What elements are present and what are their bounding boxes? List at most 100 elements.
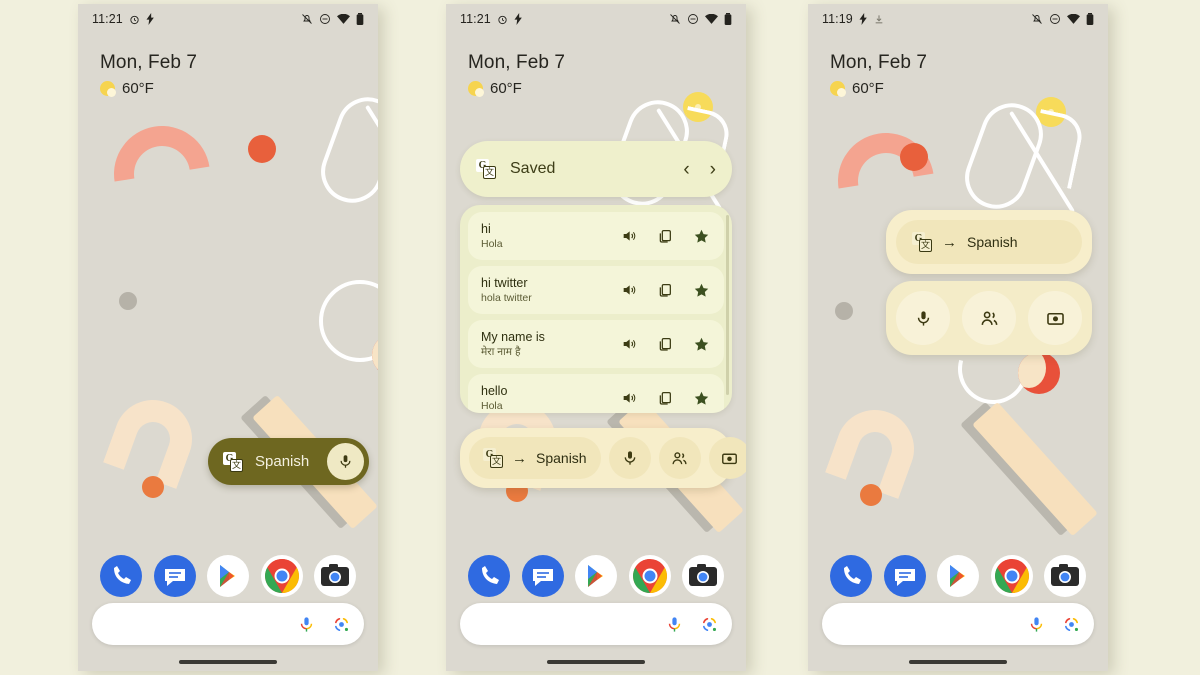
camera-app-icon[interactable] bbox=[682, 555, 724, 597]
google-mic-icon[interactable] bbox=[298, 616, 315, 633]
saved-nav-group: ‹ › bbox=[683, 160, 716, 179]
search-input[interactable] bbox=[482, 616, 658, 632]
phone-app-icon[interactable] bbox=[468, 555, 510, 597]
conversation-button[interactable] bbox=[962, 291, 1016, 345]
status-left-group: 11:21 bbox=[92, 12, 155, 26]
status-left-group: 11:19 bbox=[822, 12, 884, 26]
search-actions bbox=[1028, 616, 1080, 633]
conversation-icon bbox=[981, 311, 997, 325]
star-icon[interactable] bbox=[693, 228, 710, 245]
saved-list[interactable]: hi Hola hi twitter hola twitter My name … bbox=[460, 205, 732, 413]
status-time: 11:21 bbox=[92, 12, 123, 26]
status-bar: 11:21 bbox=[78, 4, 378, 34]
camera-button[interactable] bbox=[1028, 291, 1082, 345]
play-store-app-icon[interactable] bbox=[937, 555, 979, 597]
speaker-icon[interactable] bbox=[621, 282, 637, 298]
google-lens-icon[interactable] bbox=[701, 616, 718, 633]
translate-language-label: Spanish bbox=[967, 234, 1018, 250]
wallpaper-u-shape bbox=[825, 399, 925, 499]
microphone-button[interactable] bbox=[327, 443, 365, 480]
play-store-app-icon[interactable] bbox=[207, 555, 249, 597]
wallpaper-band-shadow bbox=[960, 401, 1086, 537]
speaker-icon[interactable] bbox=[621, 228, 637, 244]
wallpaper-stadium-outline bbox=[956, 94, 1052, 218]
chrome-app-icon[interactable] bbox=[628, 555, 671, 597]
home-screen-3: 11:19 Mon, Feb 7 60°F G 文 → Spanish bbox=[808, 4, 1108, 671]
row-source-text: hi bbox=[481, 222, 491, 237]
search-actions bbox=[298, 616, 350, 633]
bolt-icon bbox=[859, 13, 867, 25]
translate-widget-pill[interactable]: G 文 Spanish bbox=[208, 438, 370, 485]
camera-app-icon[interactable] bbox=[1044, 555, 1086, 597]
copy-icon[interactable] bbox=[657, 282, 673, 298]
clock-widget[interactable]: Mon, Feb 7 60°F bbox=[100, 52, 197, 97]
star-icon[interactable] bbox=[693, 336, 710, 353]
chrome-app-icon[interactable] bbox=[990, 555, 1033, 597]
speaker-icon[interactable] bbox=[621, 390, 637, 406]
translate-language-label: Spanish bbox=[255, 453, 310, 470]
table-row[interactable]: My name is मेरा नाम है bbox=[468, 320, 724, 368]
dock bbox=[78, 555, 378, 597]
chevron-left-icon[interactable]: ‹ bbox=[683, 160, 689, 179]
saved-title: Saved bbox=[510, 160, 556, 177]
wallpaper-grey-dot bbox=[835, 302, 853, 320]
chevron-right-icon[interactable]: › bbox=[710, 160, 716, 179]
arrow-right-icon: → bbox=[512, 449, 527, 467]
camera-button[interactable] bbox=[708, 437, 746, 479]
gesture-handle[interactable] bbox=[179, 660, 277, 664]
list-scrollbar[interactable] bbox=[726, 215, 729, 395]
wallpaper-diagonal-line bbox=[365, 104, 378, 208]
wallpaper-pink-arc bbox=[94, 106, 230, 242]
google-search-bar[interactable] bbox=[460, 603, 732, 645]
search-input[interactable] bbox=[114, 616, 290, 632]
microphone-button[interactable] bbox=[896, 291, 950, 345]
messages-app-icon[interactable] bbox=[521, 555, 564, 597]
table-row[interactable]: hi Hola bbox=[468, 212, 724, 260]
gesture-handle[interactable] bbox=[909, 660, 1007, 664]
screenshot-canvas: 11:21 Mon, Feb 7 60°F G 文 Spanish 11:21 … bbox=[0, 0, 1200, 675]
copy-icon[interactable] bbox=[657, 390, 673, 406]
star-icon[interactable] bbox=[693, 282, 710, 299]
messages-app-icon[interactable] bbox=[153, 555, 196, 597]
camera-app-icon[interactable] bbox=[314, 555, 356, 597]
microphone-button[interactable] bbox=[608, 437, 651, 479]
gesture-handle[interactable] bbox=[547, 660, 645, 664]
messages-app-icon[interactable] bbox=[883, 555, 926, 597]
speaker-icon[interactable] bbox=[621, 336, 637, 352]
google-search-bar[interactable] bbox=[92, 603, 364, 645]
clock-widget[interactable]: Mon, Feb 7 60°F bbox=[468, 52, 565, 97]
row-target-text: Hola bbox=[481, 237, 503, 250]
translate-stacked-widget: G 文 → Spanish bbox=[886, 210, 1092, 355]
row-target-text: Hola bbox=[481, 399, 503, 412]
google-search-bar[interactable] bbox=[822, 603, 1094, 645]
wallpaper-stadium-outline bbox=[312, 88, 378, 212]
row-text-group: My name is मेरा नाम है bbox=[481, 330, 621, 357]
clock-weather: 60°F bbox=[468, 80, 565, 97]
play-store-app-icon[interactable] bbox=[575, 555, 617, 597]
bolt-icon bbox=[146, 13, 154, 25]
google-lens-icon[interactable] bbox=[1063, 616, 1080, 633]
clock-widget[interactable]: Mon, Feb 7 60°F bbox=[830, 52, 927, 97]
copy-icon[interactable] bbox=[657, 228, 673, 244]
wallpaper-beige-band bbox=[972, 401, 1098, 537]
bolt-icon bbox=[514, 13, 522, 25]
copy-icon[interactable] bbox=[657, 336, 673, 352]
table-row[interactable]: hello Hola bbox=[468, 374, 724, 413]
google-mic-icon[interactable] bbox=[666, 616, 683, 633]
wallpaper-sun-dot bbox=[683, 92, 713, 122]
google-lens-icon[interactable] bbox=[333, 616, 350, 633]
clock-temperature: 60°F bbox=[490, 80, 522, 97]
star-icon[interactable] bbox=[693, 390, 710, 407]
status-right-group bbox=[1031, 13, 1094, 25]
conversation-button[interactable] bbox=[658, 437, 701, 479]
google-mic-icon[interactable] bbox=[1028, 616, 1045, 633]
search-input[interactable] bbox=[844, 616, 1020, 632]
translate-language-button[interactable]: G 文 → Spanish bbox=[469, 437, 601, 479]
phone-app-icon[interactable] bbox=[100, 555, 142, 597]
chrome-app-icon[interactable] bbox=[260, 555, 303, 597]
saved-header[interactable]: G 文 Saved ‹ › bbox=[460, 141, 732, 197]
table-row[interactable]: hi twitter hola twitter bbox=[468, 266, 724, 314]
translate-language-button[interactable]: G 文 → Spanish bbox=[896, 220, 1082, 264]
phone-app-icon[interactable] bbox=[830, 555, 872, 597]
wallpaper-halfmoon bbox=[1018, 352, 1060, 394]
